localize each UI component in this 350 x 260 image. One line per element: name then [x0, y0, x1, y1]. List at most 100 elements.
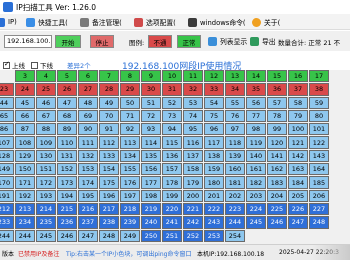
ip-cell[interactable]: 34 [225, 83, 245, 96]
ip-cell[interactable]: 86 [0, 123, 14, 136]
ip-cell[interactable]: 24 [15, 83, 35, 96]
ip-cell[interactable]: 192 [15, 189, 35, 202]
ip-cell[interactable]: 53 [183, 96, 203, 109]
ip-cell[interactable]: 176 [120, 176, 140, 189]
ip-cell[interactable]: 198 [141, 189, 161, 202]
ip-cell[interactable]: 47 [57, 96, 77, 109]
ip-cell[interactable]: 246 [57, 229, 77, 242]
ip-cell[interactable]: 3 [15, 70, 35, 83]
ip-cell[interactable]: 153 [78, 163, 98, 176]
ip-cell[interactable]: 118 [225, 136, 245, 149]
start-button[interactable]: 开始 [55, 35, 81, 48]
ip-cell[interactable]: 194 [57, 189, 77, 202]
ip-cell[interactable]: 131 [57, 149, 77, 163]
ip-cell[interactable]: 113 [120, 136, 140, 149]
ip-cell[interactable]: 70 [99, 109, 119, 123]
ip-cell[interactable]: 226 [288, 202, 308, 216]
ip-cell[interactable]: 116 [183, 136, 203, 149]
ip-cell[interactable]: 215 [57, 202, 77, 216]
ip-cell[interactable]: 245 [246, 216, 266, 229]
ip-cell[interactable]: 78 [267, 109, 287, 123]
ip-cell[interactable]: 163 [288, 163, 308, 176]
ip-cell[interactable]: 128 [0, 149, 14, 163]
ip-cell[interactable]: 196 [99, 189, 119, 202]
ip-cell[interactable]: 216 [78, 202, 98, 216]
ip-cell[interactable]: 244 [15, 229, 35, 242]
ip-cell[interactable]: 65 [0, 109, 14, 123]
menu-quick-tools[interactable]: 快捷工具( [26, 16, 68, 28]
ip-cell[interactable]: 218 [120, 202, 140, 216]
ip-cell[interactable]: 241 [162, 216, 182, 229]
ip-cell[interactable]: 99 [267, 123, 287, 136]
ip-cell[interactable]: 90 [78, 123, 98, 136]
ip-cell[interactable]: 32 [183, 83, 203, 96]
ip-cell[interactable]: 213 [15, 202, 35, 216]
ip-cell[interactable]: 11 [183, 70, 203, 83]
ip-cell[interactable]: 136 [162, 149, 182, 163]
ip-cell[interactable]: 254 [225, 229, 245, 242]
ip-cell[interactable]: 151 [36, 163, 56, 176]
ip-cell[interactable]: 183 [267, 176, 287, 189]
ip-cell[interactable]: 172 [36, 176, 56, 189]
ip-cell[interactable]: 242 [183, 216, 203, 229]
ip-cell[interactable]: 200 [183, 189, 203, 202]
ip-cell[interactable]: 67 [36, 109, 56, 123]
ip-cell[interactable]: 184 [288, 176, 308, 189]
ip-cell[interactable]: 243 [204, 216, 224, 229]
ip-cell[interactable]: 164 [309, 163, 329, 176]
ip-cell[interactable]: 250 [141, 229, 161, 242]
ip-cell[interactable]: 170 [0, 176, 14, 189]
ip-cell[interactable]: 98 [246, 123, 266, 136]
ip-cell[interactable]: 220 [162, 202, 182, 216]
ip-cell[interactable]: 244 [0, 229, 14, 242]
ip-cell[interactable]: 182 [246, 176, 266, 189]
ip-cell[interactable]: 75 [204, 109, 224, 123]
ip-cell[interactable]: 160 [225, 163, 245, 176]
ip-cell[interactable]: 49 [99, 96, 119, 109]
ip-cell[interactable]: 46 [36, 96, 56, 109]
ip-cell[interactable]: 14 [246, 70, 266, 83]
ip-cell[interactable]: 175 [99, 176, 119, 189]
list-view-button[interactable]: 列表显示 [208, 35, 247, 47]
ip-cell[interactable]: 142 [288, 149, 308, 163]
ip-cell[interactable]: 9 [141, 70, 161, 83]
ip-cell[interactable]: 193 [36, 189, 56, 202]
ip-cell[interactable]: 38 [309, 83, 329, 96]
stop-button[interactable]: 停止 [90, 35, 114, 48]
ip-cell[interactable]: 27 [78, 83, 98, 96]
ip-cell[interactable]: 4 [36, 70, 56, 83]
ip-cell[interactable]: 224 [246, 202, 266, 216]
ip-cell[interactable]: 111 [78, 136, 98, 149]
ip-cell[interactable]: 91 [99, 123, 119, 136]
ip-cell[interactable]: 140 [246, 149, 266, 163]
ip-cell[interactable]: 51 [141, 96, 161, 109]
ip-cell[interactable]: 44 [0, 96, 14, 109]
ip-cell[interactable]: 174 [78, 176, 98, 189]
ip-cell[interactable]: 25 [36, 83, 56, 96]
ip-cell[interactable]: 248 [99, 229, 119, 242]
ip-cell[interactable]: 80 [309, 109, 329, 123]
export-button[interactable]: 导出 [250, 35, 276, 47]
ip-cell[interactable]: 55 [225, 96, 245, 109]
ip-cell[interactable]: 158 [183, 163, 203, 176]
ip-cell[interactable]: 58 [288, 96, 308, 109]
ip-cell[interactable]: 185 [309, 176, 329, 189]
ip-cell[interactable]: 203 [246, 189, 266, 202]
ip-cell[interactable]: 119 [246, 136, 266, 149]
ip-cell[interactable]: 56 [246, 96, 266, 109]
ip-cell[interactable]: 212 [0, 202, 14, 216]
ip-cell[interactable]: 225 [267, 202, 287, 216]
menu-windows-cmd[interactable]: windows命令( [188, 16, 246, 28]
ip-cell[interactable]: 5 [57, 70, 77, 83]
ip-cell[interactable]: 92 [120, 123, 140, 136]
menu-notes[interactable]: 备注管理( [80, 16, 122, 28]
ip-cell[interactable]: 107 [0, 136, 14, 149]
ip-cell[interactable]: 173 [57, 176, 77, 189]
ip-cell[interactable]: 129 [15, 149, 35, 163]
ip-cell[interactable]: 199 [162, 189, 182, 202]
ip-cell[interactable]: 157 [162, 163, 182, 176]
ip-cell[interactable]: 237 [78, 216, 98, 229]
ip-cell[interactable]: 50 [120, 96, 140, 109]
ip-cell[interactable]: 152 [57, 163, 77, 176]
ip-cell[interactable]: 251 [162, 229, 182, 242]
